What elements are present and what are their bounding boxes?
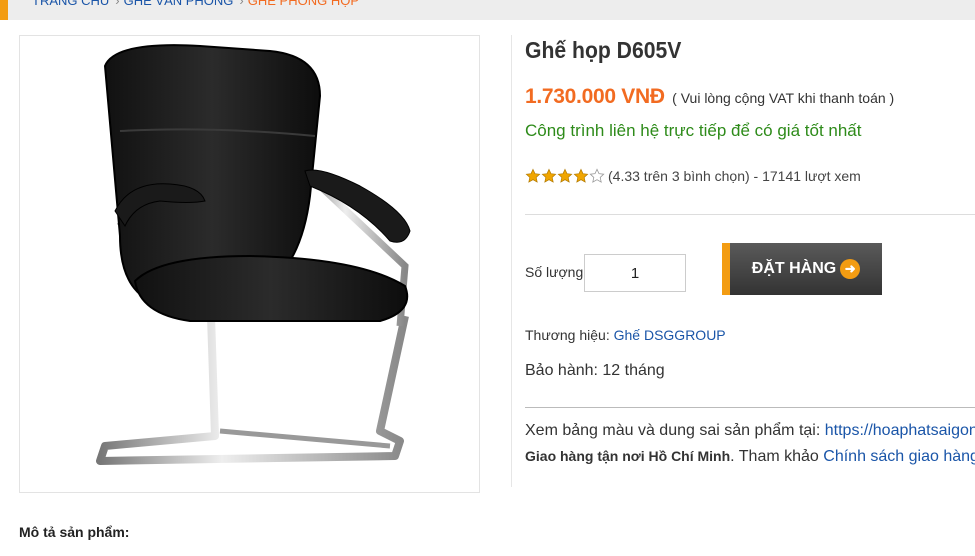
divider	[525, 407, 975, 408]
star-filled-icon[interactable]	[525, 168, 541, 184]
quantity-input[interactable]	[584, 254, 686, 292]
breadcrumb-meeting-chairs[interactable]: GHẾ PHÒNG HỌP	[248, 0, 359, 8]
product-title: Ghế họp D605V	[525, 37, 682, 63]
breadcrumb-home[interactable]: TRANG CHỦ	[32, 0, 109, 8]
product-image[interactable]	[19, 35, 480, 493]
delivery-text: . Tham khảo	[730, 448, 819, 465]
brand-label: Thương hiệu:	[525, 327, 610, 343]
contact-note: Công trình liên hệ trực tiếp để có giá t…	[525, 121, 862, 140]
description-title: Mô tả sản phẩm:	[19, 524, 130, 540]
brand-row: Thương hiệu: Ghế DSGGROUP	[525, 327, 726, 343]
warranty-info: Bảo hành: 12 tháng	[525, 362, 665, 379]
breadcrumb: TRANG CHỦ › GHẾ VĂN PHÒNG › GHẾ PHÒNG HỌP	[32, 0, 359, 8]
rating-stars[interactable]	[525, 168, 605, 184]
star-filled-icon[interactable]	[557, 168, 573, 184]
breadcrumb-separator: ›	[239, 0, 244, 8]
arrow-right-icon: ➜	[840, 259, 861, 279]
delivery-bold: Giao hàng tận nơi Hồ Chí Minh	[525, 448, 731, 464]
breadcrumb-bar: TRANG CHỦ › GHẾ VĂN PHÒNG › GHẾ PHÒNG HỌP	[0, 0, 975, 20]
breadcrumb-office-chairs[interactable]: GHẾ VĂN PHÒNG	[124, 0, 234, 8]
column-divider	[511, 35, 512, 487]
price-row: 1.730.000 VNĐ ( Vui lòng cộng VAT khi th…	[525, 85, 894, 109]
rating-row: (4.33 trên 3 bình chọn) - 17141 lượt xem	[525, 168, 861, 184]
color-info-link[interactable]: https://hoaphatsaigon.com	[825, 422, 975, 439]
delivery-info: Giao hàng tận nơi Hồ Chí Minh. Tham khảo…	[525, 448, 975, 466]
order-button[interactable]: ĐẶT HÀNG ➜	[722, 243, 882, 295]
chair-image	[96, 44, 411, 465]
color-info: Xem bảng màu và dung sai sản phẩm tại: h…	[525, 422, 975, 440]
product-price: 1.730.000 VNĐ	[525, 85, 665, 108]
star-empty-icon[interactable]	[589, 168, 605, 184]
rating-summary: (4.33 trên 3 bình chọn) - 17141 lượt xem	[608, 168, 861, 184]
quantity-label: Số lượng	[525, 264, 584, 280]
star-filled-icon[interactable]	[573, 168, 589, 184]
star-filled-icon[interactable]	[541, 168, 557, 184]
divider	[525, 214, 975, 215]
delivery-policy-link[interactable]: Chính sách giao hàng	[823, 448, 975, 465]
breadcrumb-separator: ›	[115, 0, 120, 8]
order-button-label: ĐẶT HÀNG	[751, 260, 837, 277]
brand-link[interactable]: Ghế DSGGROUP	[614, 327, 726, 343]
vat-note: ( Vui lòng cộng VAT khi thanh toán )	[672, 90, 895, 106]
color-info-text: Xem bảng màu và dung sai sản phẩm tại:	[525, 422, 821, 439]
